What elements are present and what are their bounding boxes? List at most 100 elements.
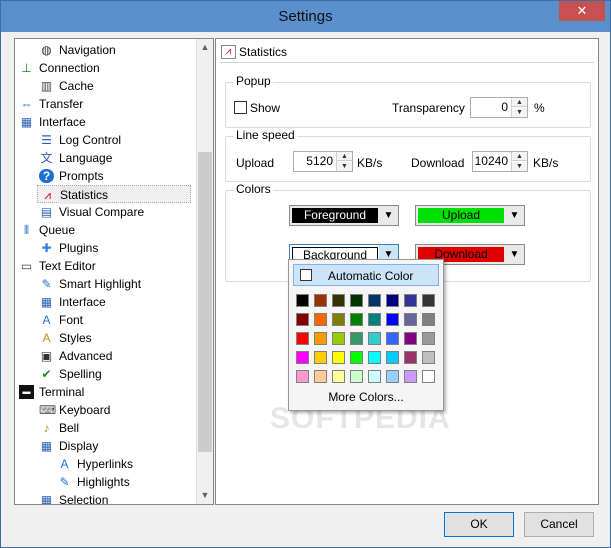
tree-item-label: Text Editor xyxy=(39,259,96,273)
color-swatch-cell[interactable] xyxy=(296,313,309,326)
spin-up-icon[interactable]: ▲ xyxy=(512,152,527,161)
spin-up-icon[interactable]: ▲ xyxy=(337,152,352,161)
close-button[interactable]: ✕ xyxy=(559,1,605,21)
color-swatch-cell[interactable] xyxy=(404,332,417,345)
transparency-value: 0 xyxy=(501,100,508,114)
display-icon: ▦ xyxy=(40,439,53,453)
color-swatch-cell[interactable] xyxy=(368,351,381,364)
color-swatch-cell[interactable] xyxy=(332,313,345,326)
color-swatch-cell[interactable] xyxy=(296,294,309,307)
color-swatch-cell[interactable] xyxy=(422,332,435,345)
color-swatch-cell[interactable] xyxy=(386,294,399,307)
color-swatch-cell[interactable] xyxy=(296,370,309,383)
color-swatch-cell[interactable] xyxy=(386,351,399,364)
tree-item-display[interactable]: ▦ Display xyxy=(37,437,191,455)
color-swatch-cell[interactable] xyxy=(404,370,417,383)
spin-down-icon[interactable]: ▼ xyxy=(512,108,527,117)
color-swatch-cell[interactable] xyxy=(368,332,381,345)
color-swatch-cell[interactable] xyxy=(332,332,345,345)
tree-item-text-editor[interactable]: ▭ Text Editor xyxy=(17,257,191,275)
tree-scrollbar[interactable]: ▲ ▼ xyxy=(196,39,213,504)
download-unit-label: KB/s xyxy=(533,156,559,170)
color-swatch-cell[interactable] xyxy=(404,351,417,364)
tree-item-transfer[interactable]: ⇔ Transfer xyxy=(17,95,191,113)
tree-item-log-control[interactable]: ☰ Log Control xyxy=(37,131,191,149)
spin-down-icon[interactable]: ▼ xyxy=(512,162,527,171)
color-swatch-cell[interactable] xyxy=(422,370,435,383)
tree-item-spelling[interactable]: ✔ Spelling xyxy=(37,365,191,383)
show-label: Show xyxy=(250,101,281,115)
color-swatch-cell[interactable] xyxy=(422,351,435,364)
tree-item-highlights[interactable]: ✎ Highlights xyxy=(55,473,191,491)
color-swatch-cell[interactable] xyxy=(386,370,399,383)
tree-item-interface[interactable]: ▦ Interface xyxy=(17,113,191,131)
color-swatch-cell[interactable] xyxy=(350,313,363,326)
upload-color-button[interactable]: Upload ▼ xyxy=(415,205,525,226)
tree-item-visual-compare[interactable]: ▤ Visual Compare xyxy=(37,203,191,221)
tree-item-prompts[interactable]: ? Prompts xyxy=(37,167,191,185)
color-swatch-cell[interactable] xyxy=(314,313,327,326)
tree-item-selection[interactable]: ▦ Selection xyxy=(37,491,191,504)
color-swatch-cell[interactable] xyxy=(350,332,363,345)
color-swatch-cell[interactable] xyxy=(332,294,345,307)
title-bar[interactable]: Settings ✕ xyxy=(1,1,610,32)
color-swatch-cell[interactable] xyxy=(350,370,363,383)
color-swatch-cell[interactable] xyxy=(296,351,309,364)
tree-item-font[interactable]: A Font xyxy=(37,311,191,329)
scroll-down-arrow-icon[interactable]: ▼ xyxy=(197,487,213,504)
tree-item-styles[interactable]: A Styles xyxy=(37,329,191,347)
color-swatch-cell[interactable] xyxy=(422,313,435,326)
tree-item-queue[interactable]: ⫴ Queue xyxy=(17,221,191,239)
spin-up-icon[interactable]: ▲ xyxy=(512,98,527,107)
spin-down-icon[interactable]: ▼ xyxy=(337,162,352,171)
upload-speed-spinner[interactable]: 5120 ▲ ▼ xyxy=(293,151,353,172)
color-swatch-cell[interactable] xyxy=(296,332,309,345)
font-icon: A xyxy=(42,313,51,327)
tree-item-terminal[interactable]: ▬ Terminal xyxy=(17,383,191,401)
transparency-spinner[interactable]: 0 ▲ ▼ xyxy=(470,97,528,118)
tree-item-navigation[interactable]: ◍ Navigation xyxy=(37,41,191,59)
scroll-thumb[interactable] xyxy=(198,152,212,452)
automatic-color-option[interactable]: Automatic Color xyxy=(293,264,439,286)
tree-item-statistics[interactable]: ⩘ Statistics xyxy=(37,185,191,204)
color-swatch-cell[interactable] xyxy=(404,313,417,326)
color-swatch-cell[interactable] xyxy=(368,313,381,326)
ok-button[interactable]: OK xyxy=(444,512,514,537)
tree-item-label: Keyboard xyxy=(59,403,111,417)
tree-item-smart-highlight[interactable]: ✎ Smart Highlight xyxy=(37,275,191,293)
show-checkbox[interactable] xyxy=(234,101,247,114)
tree-item-plugins[interactable]: ✚ Plugins xyxy=(37,239,191,257)
statistics-icon: ⩘ xyxy=(221,45,236,59)
color-swatch-cell[interactable] xyxy=(314,351,327,364)
color-swatch-cell[interactable] xyxy=(386,332,399,345)
color-swatch-cell[interactable] xyxy=(368,370,381,383)
tree-item-cache[interactable]: ▥ Cache xyxy=(37,77,191,95)
tree-item-bell[interactable]: ♪ Bell xyxy=(37,419,191,437)
scroll-up-arrow-icon[interactable]: ▲ xyxy=(197,39,213,56)
tree-item-keyboard[interactable]: ⌨ Keyboard xyxy=(37,401,191,419)
tree-item-language[interactable]: 文 Language xyxy=(37,149,191,167)
color-swatch-cell[interactable] xyxy=(332,370,345,383)
color-swatch-cell[interactable] xyxy=(314,294,327,307)
color-swatch-cell[interactable] xyxy=(350,351,363,364)
color-swatch-cell[interactable] xyxy=(332,351,345,364)
color-swatch-cell[interactable] xyxy=(404,294,417,307)
color-swatch-cell[interactable] xyxy=(314,332,327,345)
download-speed-spinner[interactable]: 10240 ▲ ▼ xyxy=(472,151,528,172)
cancel-button[interactable]: Cancel xyxy=(524,512,594,537)
chevron-down-icon[interactable]: ▼ xyxy=(379,206,398,225)
chevron-down-icon[interactable]: ▼ xyxy=(505,206,524,225)
color-swatch-cell[interactable] xyxy=(386,313,399,326)
chevron-down-icon[interactable]: ▼ xyxy=(505,245,524,264)
color-swatch-cell[interactable] xyxy=(350,294,363,307)
color-swatch-cell[interactable] xyxy=(422,294,435,307)
foreground-swatch: Foreground xyxy=(292,208,378,223)
color-swatch-cell[interactable] xyxy=(368,294,381,307)
more-colors-button[interactable]: More Colors... xyxy=(289,390,443,404)
tree-item-advanced[interactable]: ▣ Advanced xyxy=(37,347,191,365)
color-swatch-cell[interactable] xyxy=(314,370,327,383)
tree-item-connection[interactable]: ⊥ Connection xyxy=(17,59,191,77)
foreground-color-button[interactable]: Foreground ▼ xyxy=(289,205,399,226)
tree-item-interface[interactable]: ▦ Interface xyxy=(37,293,191,311)
tree-item-hyperlinks[interactable]: A Hyperlinks xyxy=(55,455,191,473)
